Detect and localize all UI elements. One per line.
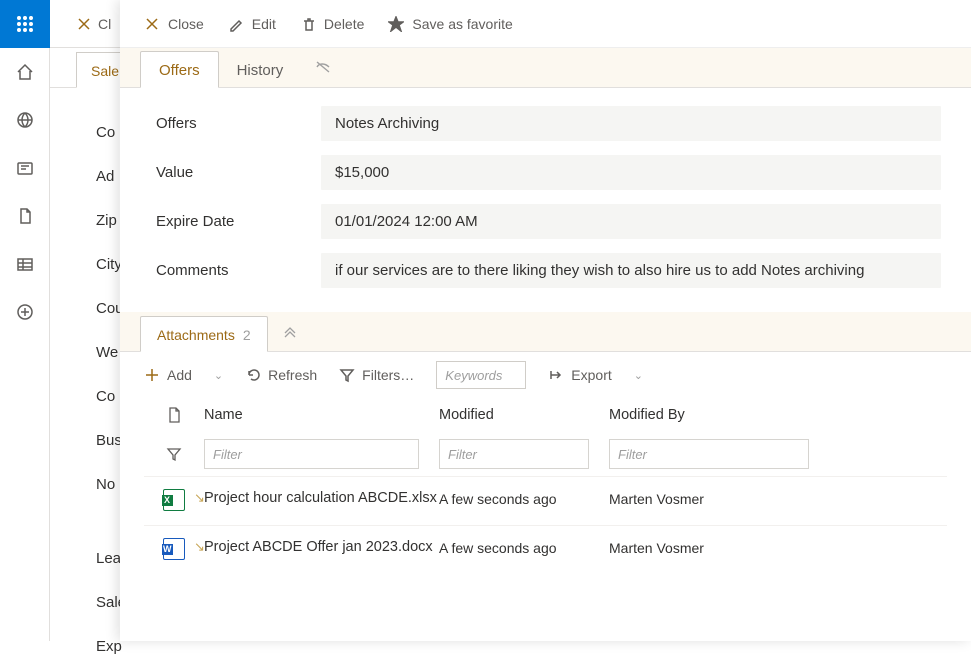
field-comments-value[interactable]: if our services are to there liking they… <box>321 253 941 288</box>
news-icon <box>15 158 35 178</box>
close-icon <box>144 16 160 32</box>
apps-icon <box>15 14 35 34</box>
attachments-label: Attachments <box>157 327 235 343</box>
favorite-label: Save as favorite <box>412 16 512 32</box>
filters-button[interactable]: Filters… <box>339 367 414 383</box>
add-button[interactable]: Add <box>144 367 192 383</box>
export-button[interactable]: Export <box>548 367 611 383</box>
plus-icon <box>144 367 160 383</box>
export-label: Export <box>571 367 611 383</box>
filter-icon-cell[interactable] <box>144 446 204 462</box>
collapse-chevron[interactable] <box>268 314 312 351</box>
rail-add[interactable] <box>0 288 50 336</box>
refresh-icon <box>245 367 261 383</box>
delete-button[interactable]: Delete <box>300 16 364 32</box>
field-expire-value[interactable]: 01/01/2024 12:00 AM <box>321 204 941 239</box>
bg-close-button[interactable]: Cl <box>76 16 111 32</box>
edit-label: Edit <box>252 16 276 32</box>
pencil-icon <box>228 16 244 32</box>
rail-file[interactable] <box>0 192 50 240</box>
col-modified-by[interactable]: Modified By <box>609 407 947 423</box>
panel-toolbar: Close Edit Delete Save as favorite <box>120 0 971 48</box>
excel-file-icon <box>163 489 185 511</box>
bg-close-label: Cl <box>98 16 111 32</box>
field-comments-label: Comments <box>156 262 321 279</box>
panel-tabs: Offers History <box>120 48 971 88</box>
export-icon <box>548 367 564 383</box>
file-icon <box>15 206 35 226</box>
tab-offers[interactable]: Offers <box>140 51 219 88</box>
table-row[interactable]: ↘Project hour calculation ABCDE.xlsx A f… <box>144 476 947 525</box>
keywords-input[interactable] <box>436 361 526 389</box>
attachments-count: 2 <box>243 327 251 343</box>
form-area: Offers Notes Archiving Value $15,000 Exp… <box>120 88 971 312</box>
file-icon <box>166 406 182 424</box>
tab-history[interactable]: History <box>219 52 302 87</box>
filter-name-input[interactable] <box>204 439 419 469</box>
filter-by-input[interactable] <box>609 439 809 469</box>
eye-off-icon <box>315 60 333 74</box>
file-modified-by: Marten Vosmer <box>609 538 947 556</box>
star-icon <box>388 16 404 32</box>
nav-rail <box>0 0 50 641</box>
attachments-tabstrip: Attachments 2 <box>120 312 971 352</box>
field-offers-label: Offers <box>156 115 321 132</box>
funnel-icon <box>166 446 182 462</box>
add-caret[interactable]: ⌄ <box>214 369 223 382</box>
detail-panel: Close Edit Delete Save as favorite Offer… <box>120 0 971 641</box>
tab-hidden-icon[interactable] <box>301 50 347 87</box>
globe-icon <box>15 110 35 130</box>
chevron-up-double-icon <box>282 324 298 338</box>
close-icon <box>76 16 92 32</box>
field-expire-label: Expire Date <box>156 213 321 230</box>
close-button[interactable]: Close <box>144 16 204 32</box>
rail-news[interactable] <box>0 144 50 192</box>
export-caret[interactable]: ⌄ <box>634 369 643 382</box>
table-icon <box>15 254 35 274</box>
add-label: Add <box>167 367 192 383</box>
plus-circle-icon <box>15 302 35 322</box>
file-name: Project hour calculation ABCDE.xlsx <box>204 490 437 506</box>
table-row[interactable]: ↘Project ABCDE Offer jan 2023.docx A few… <box>144 525 947 574</box>
grid-header: Name Modified Modified By <box>144 398 947 432</box>
attachments-toolbar: Add ⌄ Refresh Filters… Export ⌄ <box>120 352 971 398</box>
word-file-icon <box>163 538 185 560</box>
close-label: Close <box>168 16 204 32</box>
home-icon <box>15 62 35 82</box>
rail-table[interactable] <box>0 240 50 288</box>
attachments-grid: Name Modified Modified By ↘Project hour … <box>120 398 971 574</box>
app-launcher[interactable] <box>0 0 50 48</box>
file-modified: A few seconds ago <box>439 489 609 507</box>
field-value-value[interactable]: $15,000 <box>321 155 941 190</box>
filters-label: Filters… <box>362 367 414 383</box>
file-name: Project ABCDE Offer jan 2023.docx <box>204 539 433 555</box>
trash-icon <box>300 16 316 32</box>
rail-globe[interactable] <box>0 96 50 144</box>
col-name[interactable]: Name <box>204 407 439 423</box>
delete-label: Delete <box>324 16 364 32</box>
col-icon[interactable] <box>144 406 204 424</box>
shortcut-arrow-icon: ↘ <box>194 489 205 507</box>
col-modified[interactable]: Modified <box>439 407 609 423</box>
field-value-label: Value <box>156 164 321 181</box>
edit-button[interactable]: Edit <box>228 16 276 32</box>
shortcut-arrow-icon: ↘ <box>194 538 205 556</box>
file-modified: A few seconds ago <box>439 538 609 556</box>
rail-home[interactable] <box>0 48 50 96</box>
tab-attachments[interactable]: Attachments 2 <box>140 316 268 352</box>
field-offers-value[interactable]: Notes Archiving <box>321 106 941 141</box>
filter-modified-input[interactable] <box>439 439 589 469</box>
funnel-icon <box>339 367 355 383</box>
refresh-label: Refresh <box>268 367 317 383</box>
favorite-button[interactable]: Save as favorite <box>388 16 512 32</box>
file-modified-by: Marten Vosmer <box>609 489 947 507</box>
refresh-button[interactable]: Refresh <box>245 367 317 383</box>
grid-filter-row <box>144 432 947 476</box>
